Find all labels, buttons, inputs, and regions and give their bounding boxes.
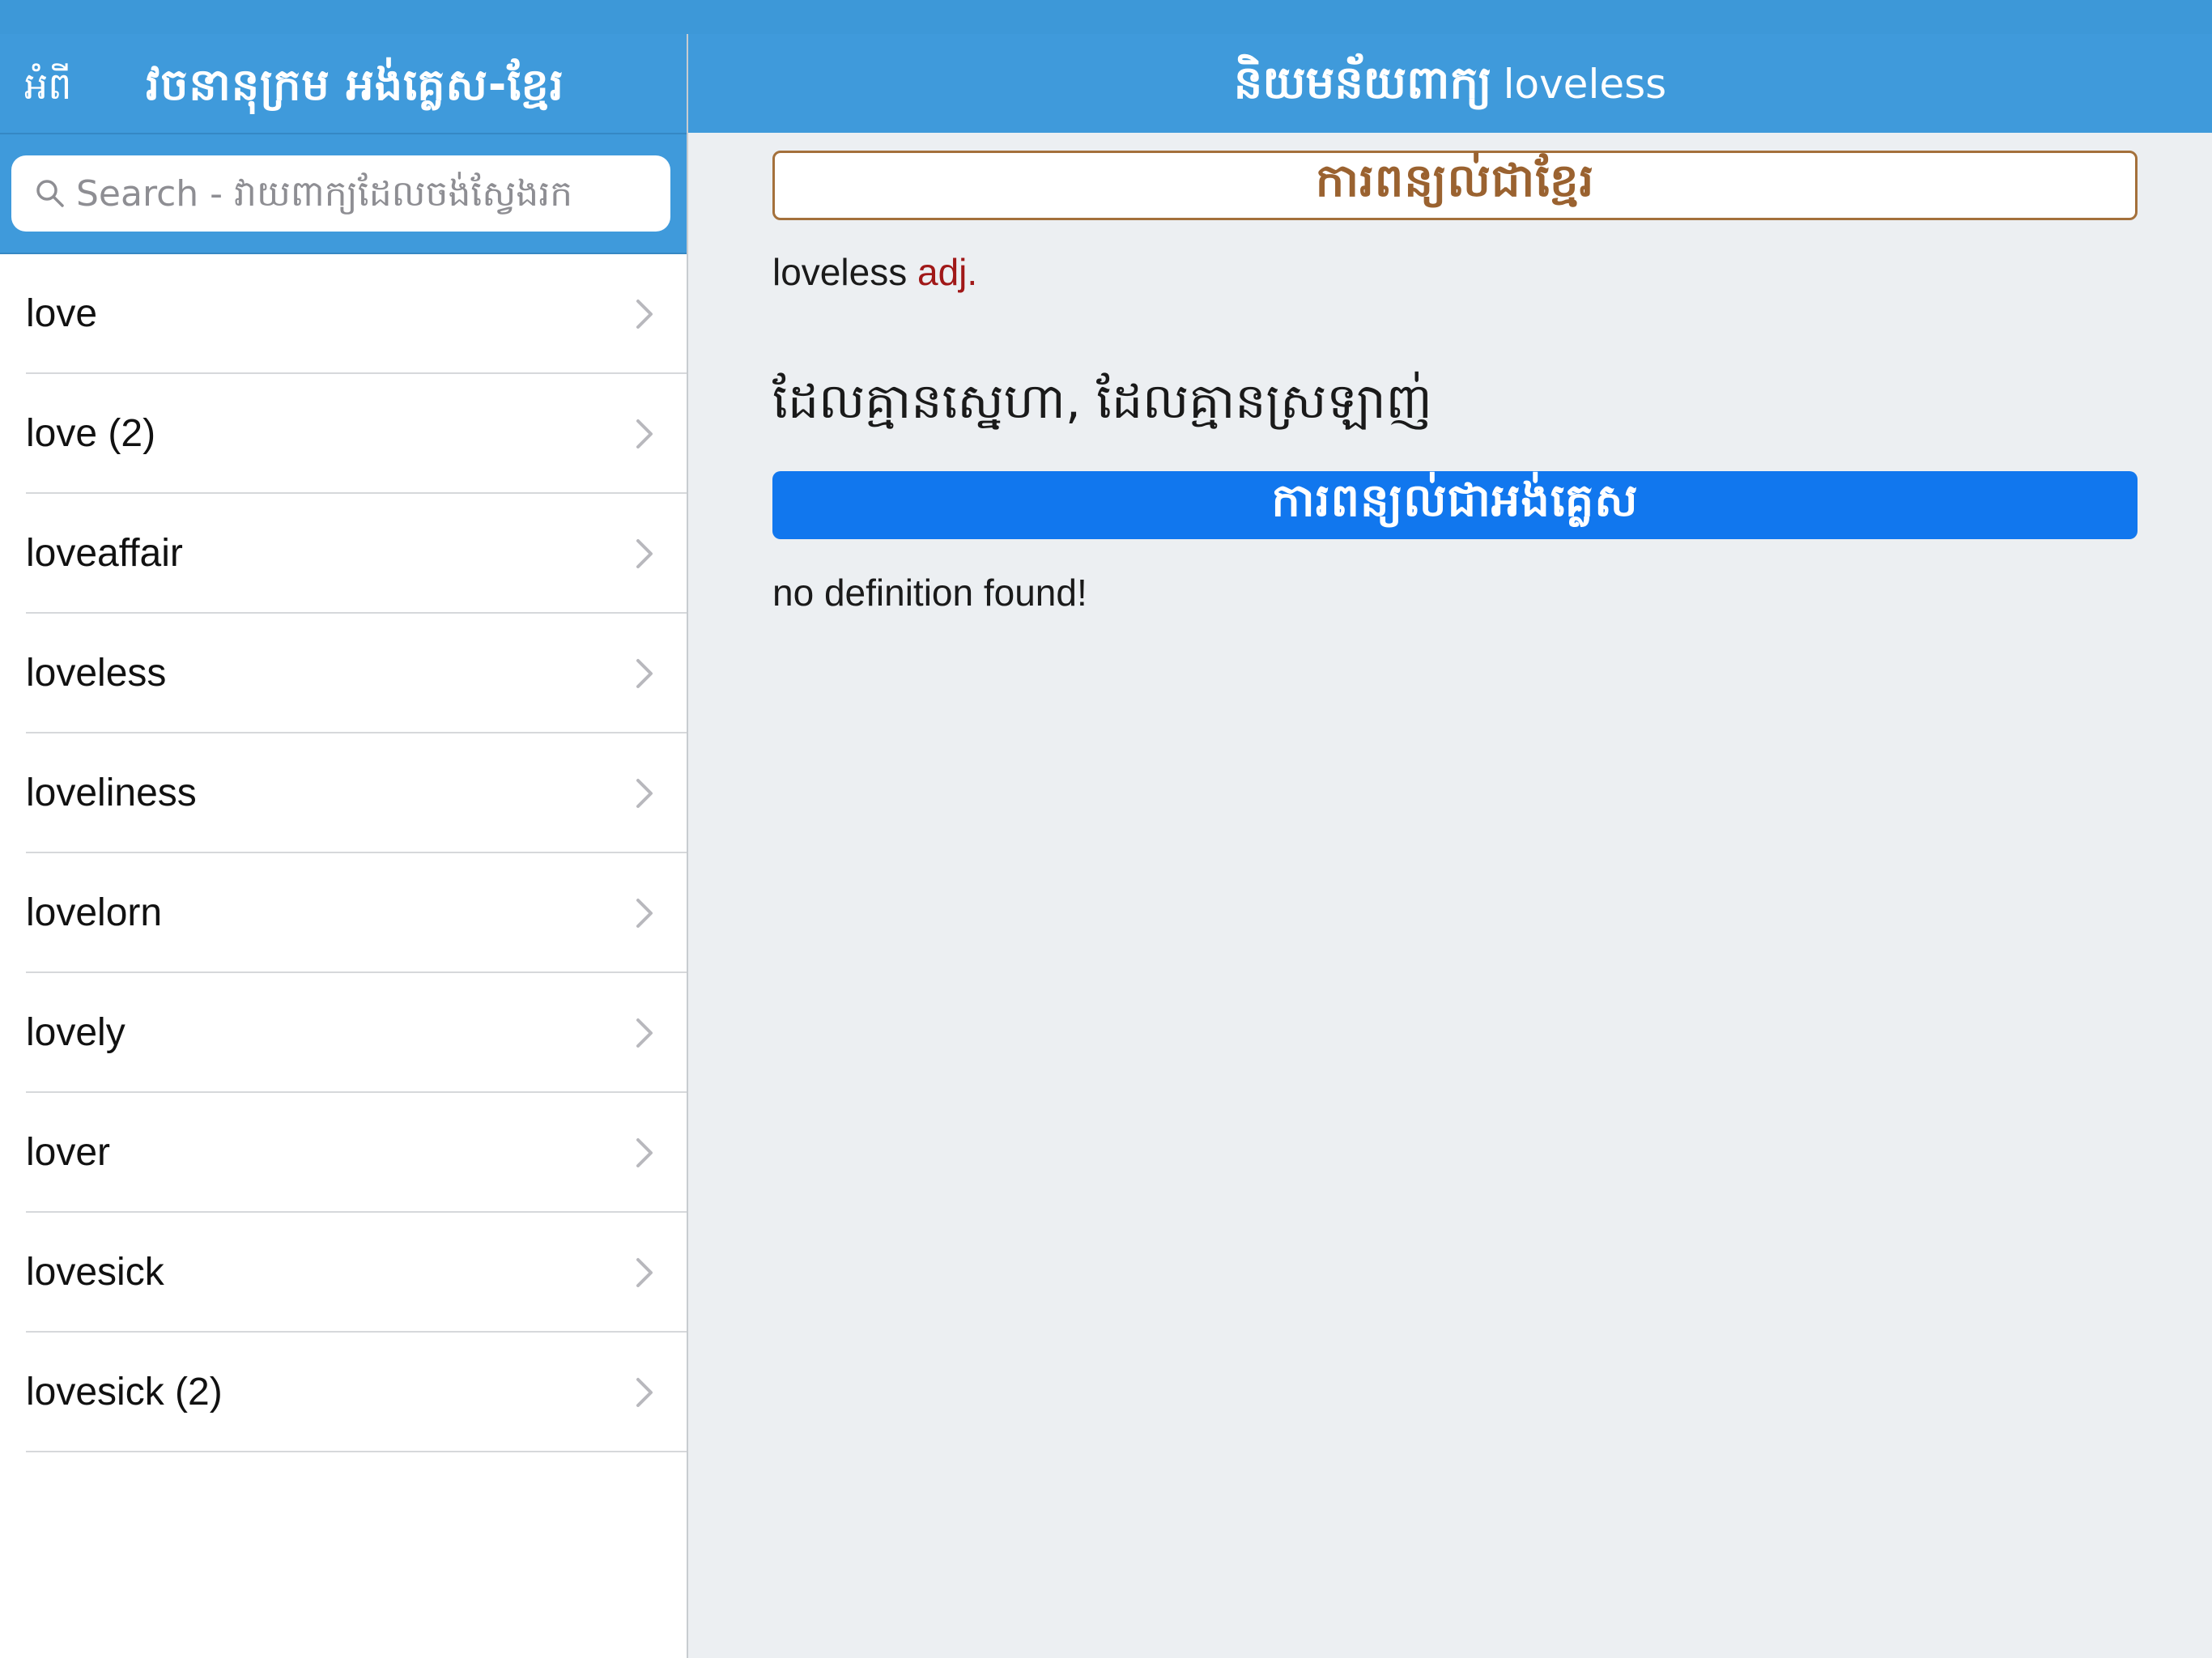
list-item[interactable]: lovely bbox=[0, 973, 687, 1093]
search-box[interactable] bbox=[11, 155, 670, 232]
part-of-speech: adj. bbox=[917, 251, 978, 293]
chevron-right-icon bbox=[636, 659, 653, 688]
sidebar: អំពី វចនានុក្រម អង់គ្លេស-ខ្មែរ love love… bbox=[0, 34, 688, 1658]
detail-navbar: និយមន័យពាក្យ loveless bbox=[688, 34, 2212, 133]
list-item-label: lovesick (2) bbox=[26, 1371, 223, 1414]
entry-headword: loveless adj. bbox=[772, 248, 977, 296]
list-item-label: loveliness bbox=[26, 772, 197, 814]
chevron-right-icon bbox=[636, 1018, 653, 1048]
list-item[interactable]: love (2) bbox=[0, 374, 687, 494]
list-item[interactable]: loveaffair bbox=[0, 494, 687, 614]
english-definition-header: ការពន្យល់ជាអង់គ្លេស bbox=[772, 471, 2138, 539]
detail-title-prefix: និយមន័យពាក្យ bbox=[1233, 56, 1492, 109]
list-item[interactable]: lover bbox=[0, 1093, 687, 1213]
search-icon bbox=[24, 155, 76, 232]
detail-title: និយមន័យពាក្យ loveless bbox=[1234, 57, 1666, 111]
list-item-label: love (2) bbox=[26, 412, 156, 455]
entry-word: loveless bbox=[772, 251, 908, 293]
list-item-label: love bbox=[26, 292, 98, 335]
list-item[interactable]: lovesick bbox=[0, 1213, 687, 1333]
list-item-label: loveaffair bbox=[26, 532, 183, 575]
about-button[interactable]: អំពី bbox=[24, 62, 71, 110]
list-item-label: loveless bbox=[26, 652, 167, 695]
chevron-right-icon bbox=[636, 1138, 653, 1167]
list-item[interactable]: loveliness bbox=[0, 733, 687, 853]
list-item-label: lovesick bbox=[26, 1251, 164, 1294]
status-bar bbox=[0, 0, 2212, 34]
chevron-right-icon bbox=[636, 419, 653, 449]
chevron-right-icon bbox=[636, 779, 653, 808]
list-item-label: lover bbox=[26, 1131, 111, 1174]
chevron-right-icon bbox=[636, 1378, 653, 1407]
word-list: love love (2) loveaffair loveless loveli… bbox=[0, 254, 687, 1452]
list-item[interactable]: loveless bbox=[0, 614, 687, 733]
chevron-right-icon bbox=[636, 899, 653, 928]
khmer-definition-header: ការពន្យល់ជាខ្មែរ bbox=[772, 151, 2138, 220]
list-item[interactable]: love bbox=[0, 254, 687, 374]
chevron-right-icon bbox=[636, 539, 653, 568]
app-title: វចនានុក្រម អង់គ្លេស-ខ្មែរ bbox=[146, 59, 564, 110]
list-item[interactable]: lovesick (2) bbox=[0, 1333, 687, 1452]
list-item-label: lovelorn bbox=[26, 891, 163, 934]
list-item-label: lovely bbox=[26, 1011, 125, 1054]
search-bar bbox=[0, 133, 687, 254]
chevron-right-icon bbox=[636, 1258, 653, 1287]
chevron-right-icon bbox=[636, 300, 653, 329]
detail-title-word: loveless bbox=[1503, 60, 1667, 108]
sidebar-navbar: អំពី វចនានុក្រម អង់គ្លេស-ខ្មែរ bbox=[0, 34, 687, 133]
search-input[interactable] bbox=[76, 157, 670, 230]
khmer-definition-text: ដែលគ្មានស្នេហា, ដែលគ្មានស្រឡាញ់ bbox=[772, 373, 1432, 430]
english-definition-text: no definition found! bbox=[772, 572, 1087, 614]
list-item[interactable]: lovelorn bbox=[0, 853, 687, 973]
